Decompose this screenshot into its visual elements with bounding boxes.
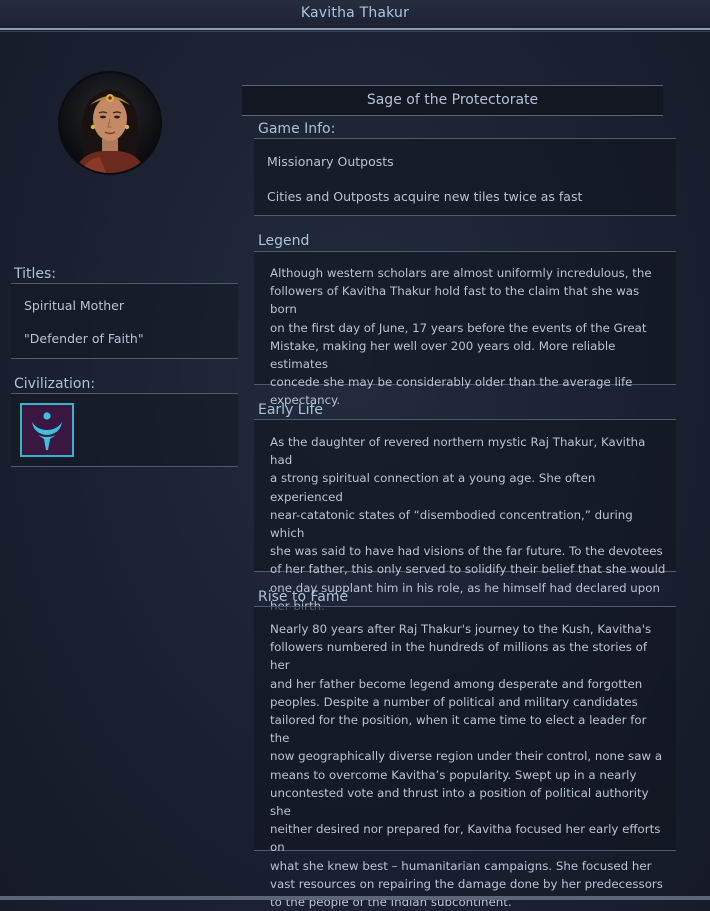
legend-box: Although western scholars are almost uni… bbox=[254, 251, 676, 407]
game-info-heading: Game Info: bbox=[258, 121, 336, 137]
title-bar: Kavitha Thakur bbox=[0, 0, 710, 32]
early-life-box: As the daughter of revered northern myst… bbox=[254, 419, 676, 613]
protectorate-emblem-icon[interactable] bbox=[20, 403, 74, 457]
rise-to-fame-heading: Rise to Fame bbox=[258, 589, 349, 605]
titles-box: Spiritual Mother "Defender of Faith" bbox=[11, 283, 238, 359]
game-info-item: Cities and Outposts acquire new tiles tw… bbox=[267, 189, 583, 204]
legend-heading: Legend bbox=[258, 233, 310, 249]
civilization-heading: Civilization: bbox=[14, 376, 96, 392]
titles-heading: Titles: bbox=[14, 266, 57, 282]
title-item: Spiritual Mother bbox=[24, 298, 124, 313]
game-info-box: Missionary Outposts Cities and Outposts … bbox=[254, 138, 676, 216]
rise-to-fame-text: Nearly 80 years after Raj Thakur's journ… bbox=[270, 622, 663, 910]
legend-text: Although western scholars are almost uni… bbox=[270, 266, 652, 408]
window-title: Kavitha Thakur bbox=[300, 5, 410, 21]
bottom-border bbox=[0, 896, 710, 900]
early-life-text: As the daughter of revered northern myst… bbox=[270, 435, 666, 613]
early-life-heading: Early Life bbox=[258, 402, 324, 418]
title-item: "Defender of Faith" bbox=[24, 331, 144, 346]
leader-portrait-image bbox=[60, 73, 160, 173]
leader-portrait bbox=[58, 71, 162, 175]
game-info-item: Missionary Outposts bbox=[267, 154, 394, 169]
civilization-box bbox=[11, 393, 238, 467]
leader-title-banner: Sage of the Protectorate bbox=[242, 85, 663, 116]
rise-to-fame-box: Nearly 80 years after Raj Thakur's journ… bbox=[254, 606, 676, 909]
